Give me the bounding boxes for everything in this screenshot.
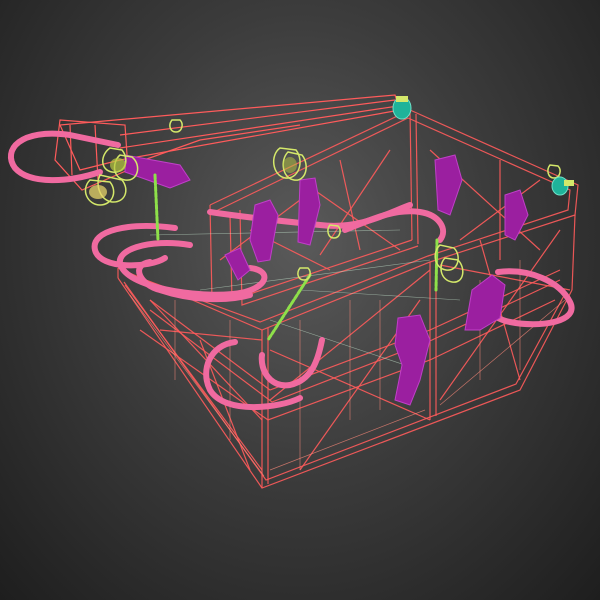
hinge-top-small — [169, 119, 183, 133]
chain-left — [153, 173, 160, 242]
clamp-back-right — [434, 154, 463, 216]
hinge-body — [110, 158, 126, 172]
clamp-left-inner — [224, 247, 251, 281]
fitting-top-back-cap — [396, 96, 408, 102]
hook-top-left — [7, 130, 121, 184]
frame-brace — [339, 159, 361, 251]
3d-viewport[interactable] — [0, 0, 600, 600]
chains — [153, 173, 439, 342]
fitting-right-cap — [564, 180, 574, 186]
hinge-body — [89, 185, 107, 199]
frame-brace — [319, 149, 391, 256]
detail-line — [269, 409, 426, 471]
hinge-top-far — [547, 164, 561, 179]
clamp-back-mid — [297, 177, 321, 246]
frame-brace — [124, 284, 263, 471]
hook-top-right-band — [342, 208, 447, 243]
hook-front-center — [258, 337, 325, 389]
top-beam-edge — [119, 105, 399, 149]
top-beam-edge — [119, 99, 396, 136]
frame-post — [571, 214, 576, 291]
chain-front — [266, 273, 312, 342]
hinge-body — [283, 157, 297, 173]
wireframe-scene[interactable] — [0, 0, 600, 600]
frame-post — [209, 204, 213, 301]
clamp-back-far — [504, 189, 529, 241]
clamp-front-center — [394, 314, 431, 406]
frame-post — [415, 113, 419, 245]
clamp-back-left — [249, 199, 279, 263]
frame-post — [409, 109, 413, 241]
